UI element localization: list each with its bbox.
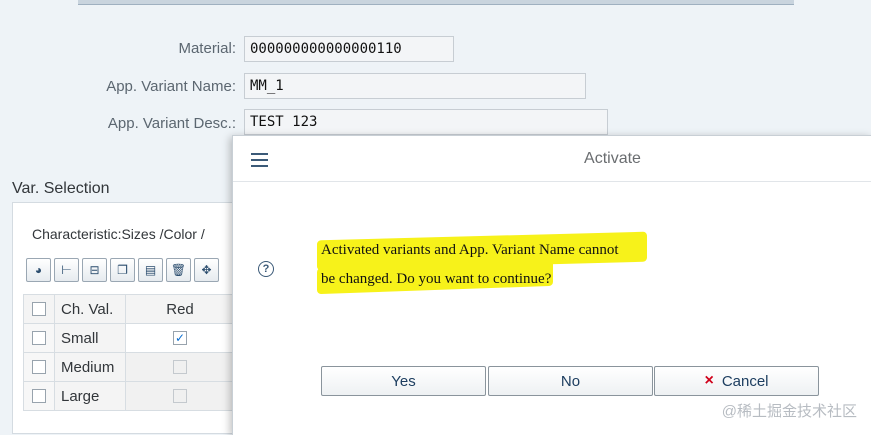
cancel-button[interactable]: × Cancel [654, 366, 819, 396]
red-checkbox [173, 360, 187, 374]
variant-desc-label: App. Variant Desc.: [107, 115, 236, 132]
table-header-row: Ch. Val. Red [23, 294, 235, 324]
dialog-header: Activate [233, 136, 871, 182]
watermark: @稀土掘金技术社区 [721, 403, 857, 420]
row-value: Small [54, 323, 126, 353]
paste-icon[interactable]: ▤ [138, 258, 163, 282]
variant-table: Ch. Val. Red Small ✓ Medium Large [23, 294, 235, 411]
material-label: Material: [178, 40, 236, 57]
select-all-checkbox[interactable] [32, 302, 46, 316]
no-button[interactable]: No [488, 366, 653, 396]
material-field[interactable]: 000000000000000110 [244, 36, 454, 62]
row-select-checkbox[interactable] [32, 331, 46, 345]
close-icon: × [704, 372, 714, 389]
row-select-checkbox[interactable] [32, 389, 46, 403]
red-checkbox [173, 389, 187, 403]
column-header-ch-val: Ch. Val. [54, 294, 126, 324]
activate-dialog: Activate ? Activated variants and App. V… [232, 135, 871, 435]
table-row: Medium [23, 352, 235, 382]
table-row: Large [23, 381, 235, 411]
row-value: Medium [54, 352, 126, 382]
characteristic-label: Characteristic:Sizes /Color / [32, 226, 205, 242]
variant-name-label: App. Variant Name: [106, 78, 236, 95]
message-line-1: Activated variants and App. Variant Name… [321, 242, 619, 258]
message-line-2: be changed. Do you want to continue? [321, 271, 552, 287]
move-icon[interactable]: ✥ [194, 258, 219, 282]
collapse-icon[interactable]: ⊟ [82, 258, 107, 282]
var-selection-title: Var. Selection [12, 180, 110, 197]
top-bar [78, 0, 794, 5]
row-select-checkbox[interactable] [32, 360, 46, 374]
yes-button[interactable]: Yes [321, 366, 486, 396]
dialog-title: Activate [584, 150, 641, 167]
var-toolbar: ◕ ⊢ ⊟ ❐ ▤ 🗑 ✥ [26, 258, 219, 284]
table-row: Small ✓ [23, 323, 235, 353]
column-header-red: Red [125, 294, 235, 324]
variant-desc-field[interactable]: TEST 123 [244, 109, 608, 135]
copy-icon[interactable]: ❐ [110, 258, 135, 282]
question-icon: ? [258, 261, 274, 277]
select-all-icon[interactable]: ◕ [26, 258, 51, 282]
delete-icon[interactable]: 🗑 [166, 258, 191, 282]
red-checkbox[interactable]: ✓ [173, 331, 187, 345]
dialog-message: Activated variants and App. Variant Name… [321, 236, 619, 294]
cancel-label: Cancel [721, 372, 769, 390]
variant-name-field[interactable]: MM_1 [244, 73, 586, 99]
expand-icon[interactable]: ⊢ [54, 258, 79, 282]
row-value: Large [54, 381, 126, 411]
